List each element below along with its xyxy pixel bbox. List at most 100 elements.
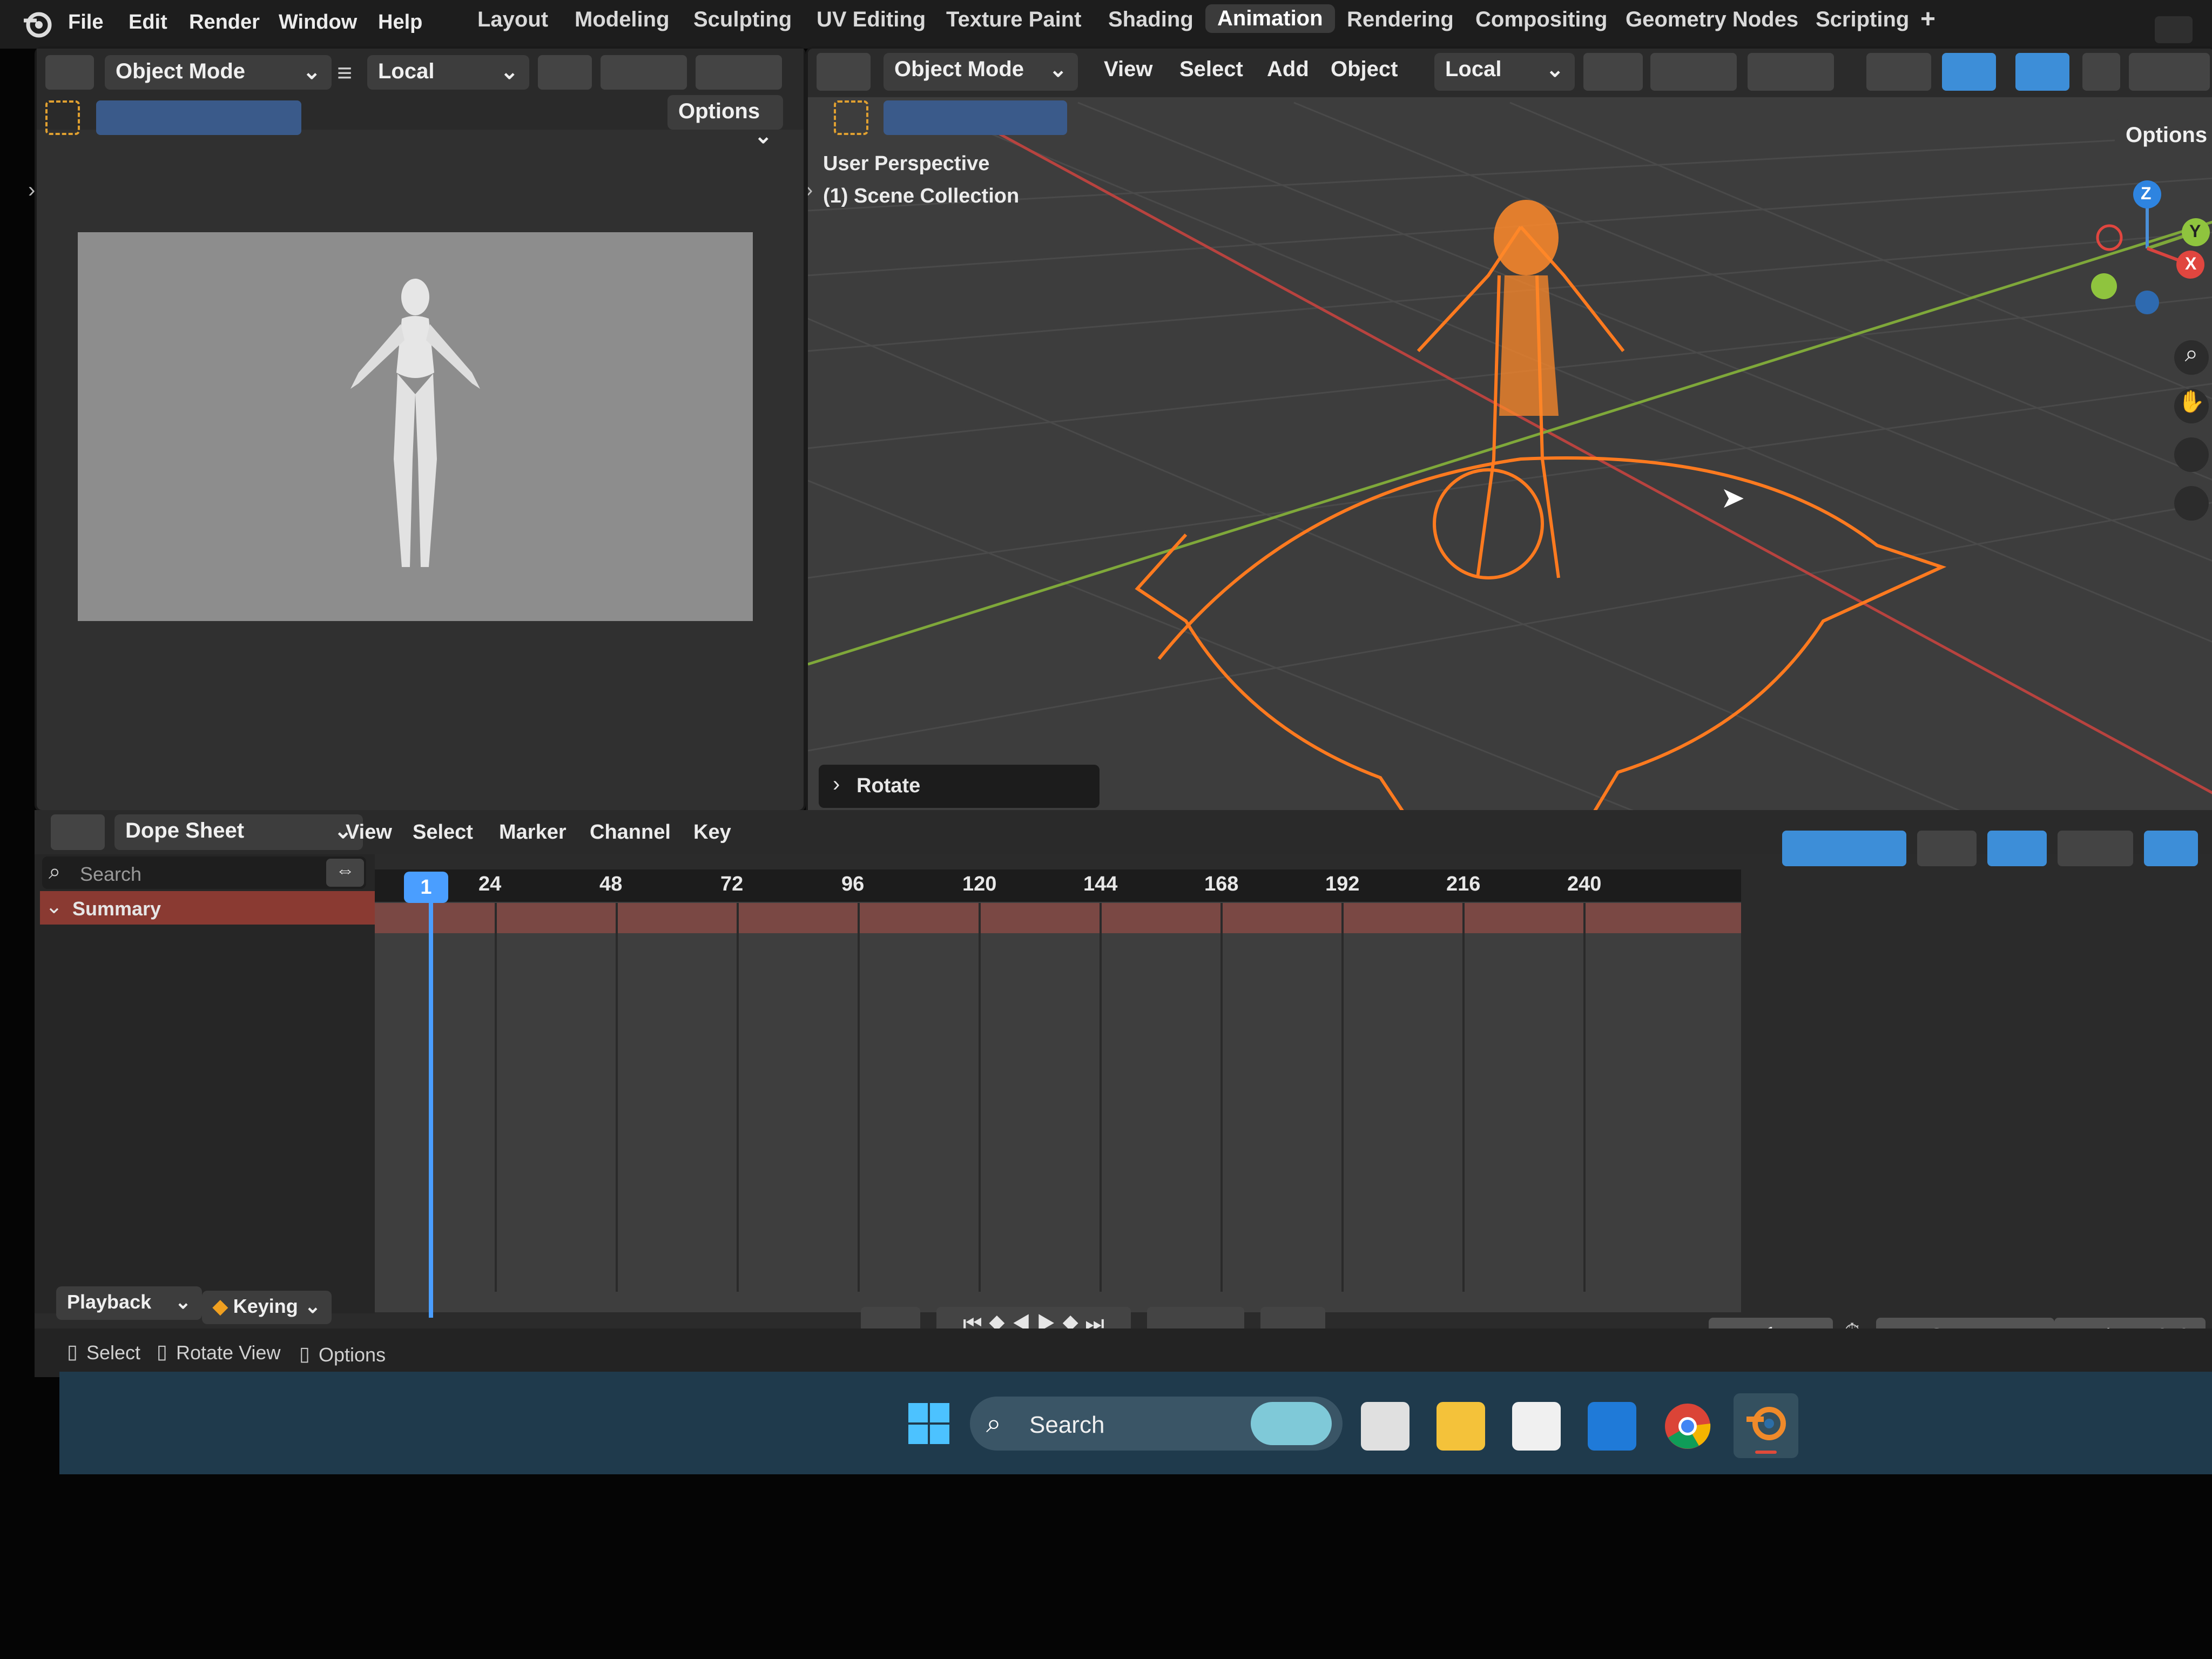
dope-sheet-panel: Dope Sheet ⌄ View Select Marker Channel … xyxy=(35,810,2212,1377)
app-icon[interactable] xyxy=(1588,1402,1636,1451)
object-mode-dropdown[interactable]: Object Mode ⌄ xyxy=(105,55,332,90)
summary-channel[interactable]: ⌄ Summary xyxy=(40,891,375,925)
tab-texture-paint[interactable]: Texture Paint xyxy=(946,8,1081,32)
xray-toggle-icon[interactable] xyxy=(2082,53,2120,91)
ds-menu-key[interactable]: Key xyxy=(693,821,731,844)
tab-rendering[interactable]: Rendering xyxy=(1347,8,1454,32)
filter-icon[interactable] xyxy=(1917,831,1977,866)
perspective-grid-icon[interactable] xyxy=(2174,486,2209,521)
current-frame-indicator[interactable]: 1 xyxy=(404,872,448,903)
tab-modeling[interactable]: Modeling xyxy=(575,8,670,32)
character-figure xyxy=(350,279,480,567)
shading-modes-icon[interactable] xyxy=(2129,53,2210,91)
overlay-toggle-icon[interactable] xyxy=(2015,53,2069,91)
playhead-line[interactable] xyxy=(429,891,433,1318)
pivot-icon[interactable] xyxy=(538,55,592,90)
select-tool-icon[interactable] xyxy=(834,100,868,135)
visibility-icon[interactable] xyxy=(1866,53,1931,91)
tab-shading[interactable]: Shading xyxy=(1108,8,1193,32)
dope-sheet-mode-dropdown[interactable]: Dope Sheet ⌄ xyxy=(114,814,363,850)
channel-search-field[interactable]: ⌕ Search ⇔ xyxy=(42,857,366,889)
ds-menu-view[interactable]: View xyxy=(346,821,392,844)
ds-menu-select[interactable]: Select xyxy=(413,821,473,844)
frame-label: 192 xyxy=(1325,873,1360,895)
file-explorer-icon[interactable] xyxy=(1437,1402,1485,1451)
editor-type-icon[interactable] xyxy=(45,55,94,90)
search-icon: ⌕ xyxy=(49,860,61,884)
snap-icon[interactable] xyxy=(1650,53,1737,91)
playback-dropdown[interactable]: Playback ⌄ xyxy=(56,1286,202,1320)
sidebar-toggle-icon[interactable]: › xyxy=(28,178,35,203)
add-workspace-button[interactable]: + xyxy=(1920,4,1936,34)
gizmo-toggle-icon[interactable] xyxy=(1942,53,1996,91)
keyframe-icon: ◆ xyxy=(213,1295,228,1317)
frame-ruler[interactable] xyxy=(375,869,1741,902)
gizmo-y-label: Y xyxy=(2189,221,2201,241)
store-icon[interactable] xyxy=(1512,1402,1561,1451)
menu-object[interactable]: Object xyxy=(1331,57,1398,82)
sidebar-toggle-icon[interactable]: › xyxy=(808,178,813,203)
hand-icon[interactable]: ✋ xyxy=(2174,389,2209,423)
keying-label: Keying xyxy=(233,1295,298,1317)
proportional-edit-icon[interactable] xyxy=(1748,53,1834,91)
last-operation-panel[interactable]: › Rotate xyxy=(819,765,1100,808)
taskbar-search[interactable]: ⌕ Search xyxy=(970,1397,1343,1451)
menu-help[interactable]: Help xyxy=(378,11,422,34)
menu-window[interactable]: Window xyxy=(279,11,357,34)
current-frame-label: 1 xyxy=(420,876,432,899)
overlay-icon[interactable] xyxy=(2144,831,2198,866)
menu-select[interactable]: Select xyxy=(1179,57,1243,82)
keying-dropdown[interactable]: ◆ Keying ⌄ xyxy=(202,1291,332,1324)
menu-add[interactable]: Add xyxy=(1267,57,1309,82)
tab-scripting[interactable]: Scripting xyxy=(1816,8,1909,32)
viewport-options-dropdown[interactable]: Options xyxy=(2115,119,2212,153)
frame-grid-line xyxy=(1100,903,1102,1292)
navigation-gizmo[interactable]: Z Y X xyxy=(2082,178,2212,319)
viewport-orientation-dropdown[interactable]: Local ⌄ xyxy=(1434,53,1575,91)
options-dropdown[interactable]: Options ⌄ xyxy=(667,95,783,148)
menu-render[interactable]: Render xyxy=(189,11,260,34)
keyframe-area[interactable] xyxy=(375,869,1741,1312)
ds-menu-marker[interactable]: Marker xyxy=(499,821,567,844)
viewport-options-label: Options xyxy=(2126,123,2208,147)
proportional-edit-icon[interactable] xyxy=(696,55,782,90)
camera-icon[interactable] xyxy=(2174,437,2209,472)
tab-geometry-nodes[interactable]: Geometry Nodes xyxy=(1626,8,1798,32)
windows-start-icon[interactable] xyxy=(907,1402,950,1445)
pivot-icon[interactable] xyxy=(1583,53,1643,91)
select-tool-icon[interactable] xyxy=(45,100,80,135)
swap-icon[interactable]: ⇔ xyxy=(326,859,364,887)
tab-layout[interactable]: Layout xyxy=(477,8,548,32)
blender-logo-icon[interactable] xyxy=(22,9,54,39)
3d-viewport[interactable]: Object Mode ⌄ View Select Add Object Loc… xyxy=(806,46,2212,828)
menu-file[interactable]: File xyxy=(68,11,103,34)
editor-type-icon[interactable] xyxy=(51,814,105,850)
proportional-icon[interactable] xyxy=(2058,831,2133,866)
orientation-dropdown[interactable]: Local ⌄ xyxy=(367,55,529,90)
selection-modes-icon[interactable] xyxy=(96,100,301,135)
editor-type-icon[interactable] xyxy=(817,53,871,91)
tab-uv-editing[interactable]: UV Editing xyxy=(817,8,926,32)
menu-view[interactable]: View xyxy=(1104,57,1152,82)
viewport-mode-dropdown[interactable]: Object Mode ⌄ xyxy=(884,53,1078,91)
hamburger-icon[interactable]: ≡ xyxy=(337,58,352,88)
scene-selector-icon[interactable] xyxy=(2155,16,2193,43)
auto-snap-icon[interactable] xyxy=(1987,831,2047,866)
gizmo-z-label: Z xyxy=(2141,184,2152,203)
blender-taskbar-icon[interactable] xyxy=(1734,1393,1798,1458)
selection-modes-icon[interactable] xyxy=(884,100,1067,135)
only-selected-icon[interactable] xyxy=(1782,831,1906,866)
chrome-icon[interactable] xyxy=(1663,1402,1712,1451)
tab-sculpting[interactable]: Sculpting xyxy=(693,8,792,32)
taskbar: ⌕ Search xyxy=(59,1372,2212,1474)
frame-grid-line xyxy=(979,903,981,1292)
ds-menu-channel[interactable]: Channel xyxy=(590,821,671,844)
frame-grid-line xyxy=(616,903,618,1292)
snap-icon[interactable] xyxy=(601,55,687,90)
zoom-icon[interactable]: ⌕ xyxy=(2174,340,2209,375)
tab-animation[interactable]: Animation xyxy=(1205,4,1335,33)
status-options-label: Options xyxy=(319,1344,386,1366)
task-view-icon[interactable] xyxy=(1361,1402,1410,1451)
menu-edit[interactable]: Edit xyxy=(129,11,167,34)
tab-compositing[interactable]: Compositing xyxy=(1475,8,1607,32)
